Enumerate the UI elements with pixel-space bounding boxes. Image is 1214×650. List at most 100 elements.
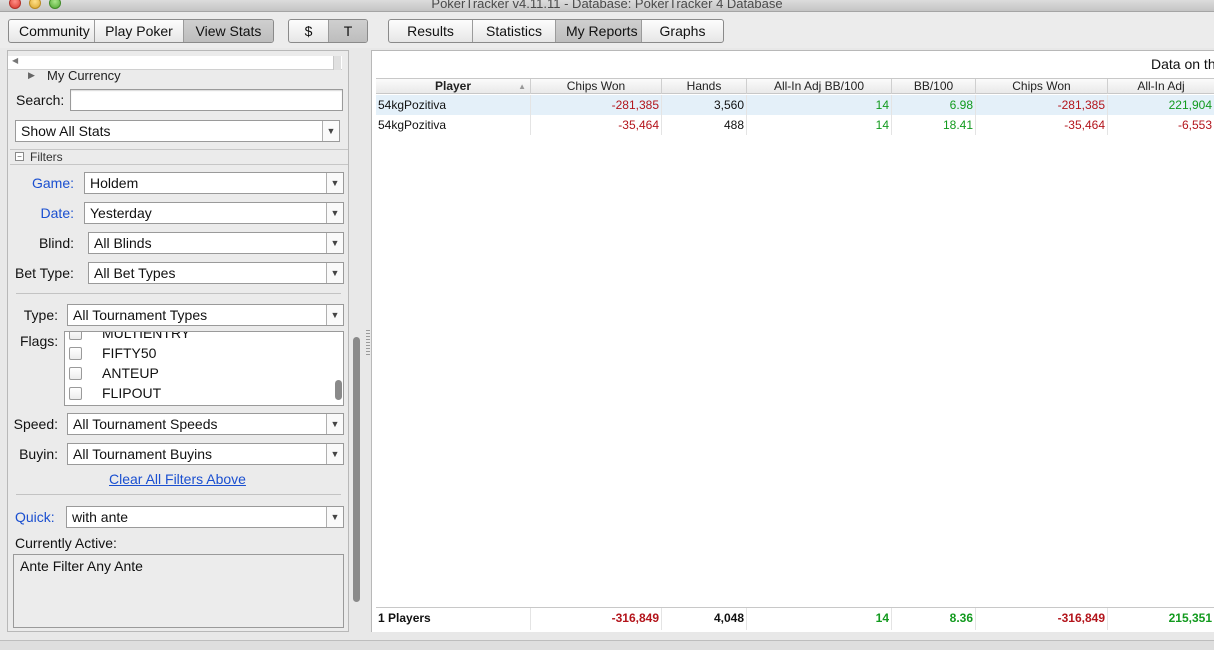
table-row[interactable]: 54kgPozitiva -281,385 3,560 14 6.98 -281… (376, 95, 1214, 115)
tab-play-poker[interactable]: Play Poker (95, 20, 184, 42)
splitter-handle[interactable] (366, 330, 370, 356)
tournament-type-select[interactable]: All Tournament Types ▼ (67, 304, 344, 326)
cell-allin-adj: -6,553 (1108, 115, 1214, 135)
cell-allin-adj-bb100: 14 (747, 115, 892, 135)
filter-panel-scroll-thumb[interactable] (353, 337, 360, 602)
game-label: Game: (31, 175, 74, 191)
flag-checkbox[interactable] (69, 347, 82, 360)
collapse-icon[interactable]: − (15, 152, 24, 161)
cell-bb100: 6.98 (892, 95, 976, 115)
flags-list[interactable]: MULTIENTRY FIFTY50 ANTEUP FLIPOUT (64, 331, 344, 406)
tab-tournament[interactable]: T (329, 20, 367, 42)
tab-view-stats[interactable]: View Stats (184, 20, 273, 42)
stats-select[interactable]: Show All Stats ▼ (15, 120, 340, 142)
bet-type-select[interactable]: All Bet Types ▼ (88, 262, 344, 284)
flags-scroll-thumb[interactable] (335, 380, 342, 400)
buyin-label: Buyin: (19, 446, 58, 462)
cell-allin-adj-bb100: 14 (747, 95, 892, 115)
total-chips-won: -316,849 (531, 608, 662, 630)
type-label: Type: (23, 307, 58, 323)
tab-graphs[interactable]: Graphs (642, 20, 723, 42)
speed-select[interactable]: All Tournament Speeds ▼ (67, 413, 344, 435)
chevron-down-icon[interactable]: ▼ (326, 305, 343, 325)
chevron-down-icon[interactable]: ▼ (326, 263, 343, 283)
flag-item[interactable]: MULTIENTRY (65, 332, 325, 344)
window-title: PokerTracker v4.11.11 - Database: PokerT… (431, 0, 783, 11)
tree-item-label: My Currency (47, 71, 121, 83)
tree-expand-icon[interactable]: ▶ (28, 71, 35, 81)
chevron-down-icon[interactable]: ▼ (326, 233, 343, 253)
date-select-value: Yesterday (90, 205, 152, 221)
cell-hands: 3,560 (662, 95, 747, 115)
tab-my-reports[interactable]: My Reports (556, 20, 642, 42)
report-tabs: Results Statistics My Reports Graphs (388, 19, 724, 43)
buyin-select[interactable]: All Tournament Buyins ▼ (67, 443, 344, 465)
chevron-down-icon[interactable]: ▼ (326, 507, 343, 527)
chevron-down-icon[interactable]: ▼ (326, 414, 343, 434)
active-filters-box: Ante Filter Any Ante (13, 554, 344, 628)
table-header: Player ▲ Chips Won Hands All-In Adj BB/1… (376, 78, 1214, 94)
flag-item[interactable]: FIFTY50 (65, 344, 325, 364)
cell-chips-won: -35,464 (531, 115, 662, 135)
divider (16, 293, 341, 294)
cell-player: 54kgPozitiva (376, 115, 531, 135)
total-allin-adj: 215,351 (1108, 608, 1214, 630)
tab-community[interactable]: Community (9, 20, 95, 42)
cell-chips-won-2: -281,385 (976, 95, 1108, 115)
column-header-allin-adj[interactable]: All-In Adj (1108, 79, 1214, 94)
clear-filters-link[interactable]: Clear All Filters Above (109, 471, 246, 487)
speed-label: Speed: (13, 416, 58, 432)
flag-item[interactable]: ANTEUP (65, 364, 325, 384)
tab-results[interactable]: Results (389, 20, 473, 42)
tournament-type-select-value: All Tournament Types (73, 307, 208, 323)
date-select[interactable]: Yesterday ▼ (84, 202, 344, 224)
filter-panel-scrollbar[interactable] (351, 52, 363, 630)
total-players: 1 Players (376, 608, 531, 630)
column-header-hands[interactable]: Hands (662, 79, 747, 94)
quick-filter-value: with ante (72, 509, 129, 525)
total-chips-won-2: -316,849 (976, 608, 1108, 630)
currently-active-label: Currently Active: (15, 535, 117, 551)
flag-checkbox[interactable] (69, 387, 82, 400)
column-header-label: Player (434, 79, 472, 93)
flag-checkbox[interactable] (69, 367, 82, 380)
title-bar: PokerTracker v4.11.11 - Database: PokerT… (0, 0, 1214, 12)
column-header-chips-won-2[interactable]: Chips Won (976, 79, 1108, 94)
table-row[interactable]: 54kgPozitiva -35,464 488 14 18.41 -35,46… (376, 115, 1214, 135)
bet-type-label: Bet Type: (15, 265, 74, 281)
column-header-allin-adj-bb100[interactable]: All-In Adj BB/100 (747, 79, 892, 94)
chevron-down-icon[interactable]: ▼ (326, 203, 343, 223)
cell-player: 54kgPozitiva (376, 95, 531, 115)
column-header-chips-won[interactable]: Chips Won (531, 79, 662, 94)
blind-select-value: All Blinds (94, 235, 152, 251)
tree-item-my-currency[interactable]: ▶ My Currency (28, 71, 342, 83)
chevron-down-icon[interactable]: ▼ (326, 173, 343, 193)
date-label: Date: (40, 205, 74, 221)
flag-label: FLIPOUT (102, 385, 162, 401)
tab-statistics[interactable]: Statistics (473, 20, 556, 42)
game-select[interactable]: Holdem ▼ (84, 172, 344, 194)
buyin-select-value: All Tournament Buyins (73, 446, 213, 462)
scroll-left-icon[interactable]: ◀ (12, 56, 18, 65)
filters-section-header[interactable]: − Filters (10, 149, 348, 165)
cell-chips-won-2: -35,464 (976, 115, 1108, 135)
column-header-player[interactable]: Player ▲ (376, 79, 531, 94)
blind-select[interactable]: All Blinds ▼ (88, 232, 344, 254)
chevron-down-icon[interactable]: ▼ (322, 121, 339, 141)
search-input[interactable] (70, 89, 343, 111)
divider (16, 494, 341, 495)
scroll-thumb[interactable] (333, 56, 341, 70)
cell-allin-adj: 221,904 (1108, 95, 1214, 115)
flag-item[interactable]: FLIPOUT (65, 384, 325, 404)
cell-bb100: 18.41 (892, 115, 976, 135)
bet-type-select-value: All Bet Types (94, 265, 176, 281)
quick-filter-select[interactable]: with ante ▼ (66, 506, 344, 528)
flag-checkbox[interactable] (69, 332, 82, 340)
speed-select-value: All Tournament Speeds (73, 416, 218, 432)
tree-horizontal-scrollbar[interactable]: ◀ (8, 56, 342, 70)
tab-cash-dollar[interactable]: $ (289, 20, 329, 42)
status-bar (0, 640, 1214, 650)
column-header-bb100[interactable]: BB/100 (892, 79, 976, 94)
quick-label: Quick: (15, 509, 55, 525)
chevron-down-icon[interactable]: ▼ (326, 444, 343, 464)
